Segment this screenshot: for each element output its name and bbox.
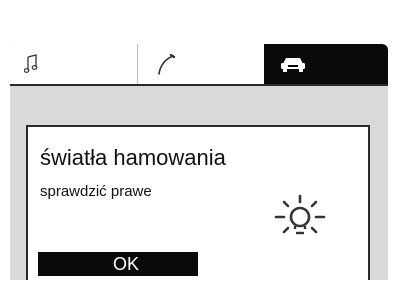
tab-phone[interactable]	[138, 44, 264, 84]
tab-audio[interactable]	[10, 44, 138, 84]
display-screen: światła hamowania sprawdzić prawe OK	[10, 44, 388, 280]
car-icon	[280, 56, 306, 77]
tab-vehicle[interactable]	[264, 44, 388, 84]
warning-dialog: światła hamowania sprawdzić prawe OK	[26, 125, 370, 280]
phone-handset-icon	[156, 53, 176, 81]
dialog-message: sprawdzić prawe	[40, 183, 152, 200]
dialog-title: światła hamowania	[40, 145, 226, 170]
ok-button-label: OK	[112, 254, 139, 274]
warning-bulb-icon	[272, 193, 328, 250]
ok-button[interactable]: OK	[38, 252, 198, 276]
music-note-icon	[23, 54, 38, 79]
tab-bar	[10, 44, 388, 86]
